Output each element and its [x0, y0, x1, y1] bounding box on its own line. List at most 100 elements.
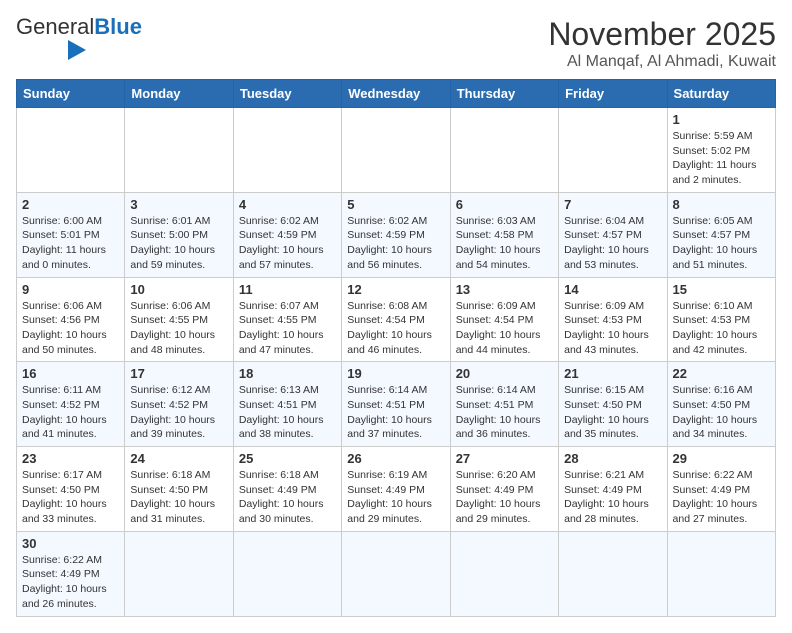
calendar-cell — [342, 108, 450, 193]
day-info: Sunrise: 6:08 AMSunset: 4:54 PMDaylight:… — [347, 299, 444, 358]
calendar-cell: 30Sunrise: 6:22 AMSunset: 4:49 PMDayligh… — [17, 531, 125, 616]
day-info: Sunrise: 6:18 AMSunset: 4:49 PMDaylight:… — [239, 468, 336, 527]
calendar-cell: 17 Sunrise: 6:12 AMSunset: 4:52 PMDayligh… — [125, 362, 233, 447]
day-number: 5 — [347, 197, 444, 212]
day-info: Sunrise: 6:00 AMSunset: 5:01 PMDaylight:… — [22, 214, 119, 273]
day-number: 2 — [22, 197, 119, 212]
day-info: Sunrise: 6:02 AMSunset: 4:59 PMDaylight:… — [239, 214, 336, 273]
calendar: SundayMondayTuesdayWednesdayThursdayFrid… — [16, 79, 776, 617]
day-number: 7 — [564, 197, 661, 212]
calendar-cell: 28Sunrise: 6:21 AMSunset: 4:49 PMDayligh… — [559, 447, 667, 532]
weekday-header-saturday: Saturday — [667, 80, 775, 108]
calendar-cell: 22 Sunrise: 6:16 AMSunset: 4:50 PMDayligh… — [667, 362, 775, 447]
calendar-cell: 13 Sunrise: 6:09 AMSunset: 4:54 PMDayligh… — [450, 277, 558, 362]
day-number: 3 — [130, 197, 227, 212]
day-number: 27 — [456, 451, 553, 466]
calendar-cell: 23 Sunrise: 6:17 AMSunset: 4:50 PMDayligh… — [17, 447, 125, 532]
logo-triangle-icon — [68, 40, 86, 60]
day-number: 1 — [673, 112, 770, 127]
day-number: 19 — [347, 366, 444, 381]
day-number: 18 — [239, 366, 336, 381]
calendar-cell — [342, 531, 450, 616]
day-info: Sunrise: 6:04 AMSunset: 4:57 PMDaylight:… — [564, 214, 661, 273]
day-info: Sunrise: 6:16 AMSunset: 4:50 PMDaylight:… — [673, 383, 770, 442]
day-number: 17 — [130, 366, 227, 381]
calendar-cell: 16Sunrise: 6:11 AMSunset: 4:52 PMDayligh… — [17, 362, 125, 447]
day-info: Sunrise: 6:13 AMSunset: 4:51 PMDaylight:… — [239, 383, 336, 442]
calendar-week-row: 2 Sunrise: 6:00 AMSunset: 5:01 PMDaylight… — [17, 192, 776, 277]
header: GeneralBlue November 2025 Al Manqaf, Al … — [16, 16, 776, 71]
day-number: 26 — [347, 451, 444, 466]
day-info: Sunrise: 6:18 AMSunset: 4:50 PMDaylight:… — [130, 468, 227, 527]
day-info: Sunrise: 6:20 AMSunset: 4:49 PMDaylight:… — [456, 468, 553, 527]
day-number: 4 — [239, 197, 336, 212]
title-block: November 2025 Al Manqaf, Al Ahmadi, Kuwa… — [548, 16, 776, 71]
calendar-cell: 21 Sunrise: 6:15 AMSunset: 4:50 PMDayligh… — [559, 362, 667, 447]
weekday-header-row: SundayMondayTuesdayWednesdayThursdayFrid… — [17, 80, 776, 108]
calendar-cell — [233, 531, 341, 616]
day-number: 21 — [564, 366, 661, 381]
day-info: Sunrise: 6:06 AMSunset: 4:56 PMDaylight:… — [22, 299, 119, 358]
weekday-header-wednesday: Wednesday — [342, 80, 450, 108]
day-info: Sunrise: 6:02 AMSunset: 4:59 PMDaylight:… — [347, 214, 444, 273]
day-info: Sunrise: 5:59 AMSunset: 5:02 PMDaylight:… — [673, 129, 770, 188]
calendar-cell — [125, 108, 233, 193]
calendar-week-row: 23 Sunrise: 6:17 AMSunset: 4:50 PMDayligh… — [17, 447, 776, 532]
calendar-cell: 29Sunrise: 6:22 AMSunset: 4:49 PMDayligh… — [667, 447, 775, 532]
day-info: Sunrise: 6:09 AMSunset: 4:54 PMDaylight:… — [456, 299, 553, 358]
logo-general: General — [16, 14, 94, 39]
day-number: 10 — [130, 282, 227, 297]
day-info: Sunrise: 6:14 AMSunset: 4:51 PMDaylight:… — [347, 383, 444, 442]
day-info: Sunrise: 6:10 AMSunset: 4:53 PMDaylight:… — [673, 299, 770, 358]
day-number: 28 — [564, 451, 661, 466]
calendar-week-row: 16Sunrise: 6:11 AMSunset: 4:52 PMDayligh… — [17, 362, 776, 447]
day-info: Sunrise: 6:12 AMSunset: 4:52 PMDaylight:… — [130, 383, 227, 442]
calendar-cell: 26 Sunrise: 6:19 AMSunset: 4:49 PMDayligh… — [342, 447, 450, 532]
calendar-cell — [233, 108, 341, 193]
calendar-week-row: 1 Sunrise: 5:59 AMSunset: 5:02 PMDaylight… — [17, 108, 776, 193]
day-info: Sunrise: 6:14 AMSunset: 4:51 PMDaylight:… — [456, 383, 553, 442]
calendar-cell: 7 Sunrise: 6:04 AMSunset: 4:57 PMDaylight… — [559, 192, 667, 277]
calendar-cell: 25Sunrise: 6:18 AMSunset: 4:49 PMDayligh… — [233, 447, 341, 532]
weekday-header-thursday: Thursday — [450, 80, 558, 108]
calendar-cell: 11Sunrise: 6:07 AMSunset: 4:55 PMDayligh… — [233, 277, 341, 362]
calendar-cell — [17, 108, 125, 193]
day-number: 9 — [22, 282, 119, 297]
day-number: 8 — [673, 197, 770, 212]
calendar-cell: 6Sunrise: 6:03 AMSunset: 4:58 PMDaylight… — [450, 192, 558, 277]
calendar-cell: 2 Sunrise: 6:00 AMSunset: 5:01 PMDaylight… — [17, 192, 125, 277]
day-info: Sunrise: 6:17 AMSunset: 4:50 PMDaylight:… — [22, 468, 119, 527]
calendar-cell: 12Sunrise: 6:08 AMSunset: 4:54 PMDayligh… — [342, 277, 450, 362]
day-number: 14 — [564, 282, 661, 297]
logo: GeneralBlue — [16, 16, 142, 60]
day-number: 6 — [456, 197, 553, 212]
day-info: Sunrise: 6:11 AMSunset: 4:52 PMDaylight:… — [22, 383, 119, 442]
calendar-cell: 5 Sunrise: 6:02 AMSunset: 4:59 PMDaylight… — [342, 192, 450, 277]
calendar-cell — [559, 108, 667, 193]
calendar-cell: 1 Sunrise: 5:59 AMSunset: 5:02 PMDaylight… — [667, 108, 775, 193]
calendar-cell — [667, 531, 775, 616]
day-info: Sunrise: 6:01 AMSunset: 5:00 PMDaylight:… — [130, 214, 227, 273]
calendar-week-row: 30Sunrise: 6:22 AMSunset: 4:49 PMDayligh… — [17, 531, 776, 616]
calendar-cell — [559, 531, 667, 616]
calendar-cell — [125, 531, 233, 616]
day-info: Sunrise: 6:09 AMSunset: 4:53 PMDaylight:… — [564, 299, 661, 358]
weekday-header-friday: Friday — [559, 80, 667, 108]
day-info: Sunrise: 6:19 AMSunset: 4:49 PMDaylight:… — [347, 468, 444, 527]
day-number: 11 — [239, 282, 336, 297]
day-number: 15 — [673, 282, 770, 297]
day-number: 22 — [673, 366, 770, 381]
calendar-cell: 10Sunrise: 6:06 AMSunset: 4:55 PMDayligh… — [125, 277, 233, 362]
calendar-cell: 24 Sunrise: 6:18 AMSunset: 4:50 PMDayligh… — [125, 447, 233, 532]
day-number: 24 — [130, 451, 227, 466]
calendar-cell: 8 Sunrise: 6:05 AMSunset: 4:57 PMDaylight… — [667, 192, 775, 277]
day-number: 13 — [456, 282, 553, 297]
day-info: Sunrise: 6:05 AMSunset: 4:57 PMDaylight:… — [673, 214, 770, 273]
day-info: Sunrise: 6:15 AMSunset: 4:50 PMDaylight:… — [564, 383, 661, 442]
logo-text: GeneralBlue — [16, 16, 142, 38]
calendar-cell: 15 Sunrise: 6:10 AMSunset: 4:53 PMDayligh… — [667, 277, 775, 362]
weekday-header-sunday: Sunday — [17, 80, 125, 108]
day-number: 23 — [22, 451, 119, 466]
calendar-cell: 9 Sunrise: 6:06 AMSunset: 4:56 PMDaylight… — [17, 277, 125, 362]
calendar-cell: 27 Sunrise: 6:20 AMSunset: 4:49 PMDayligh… — [450, 447, 558, 532]
